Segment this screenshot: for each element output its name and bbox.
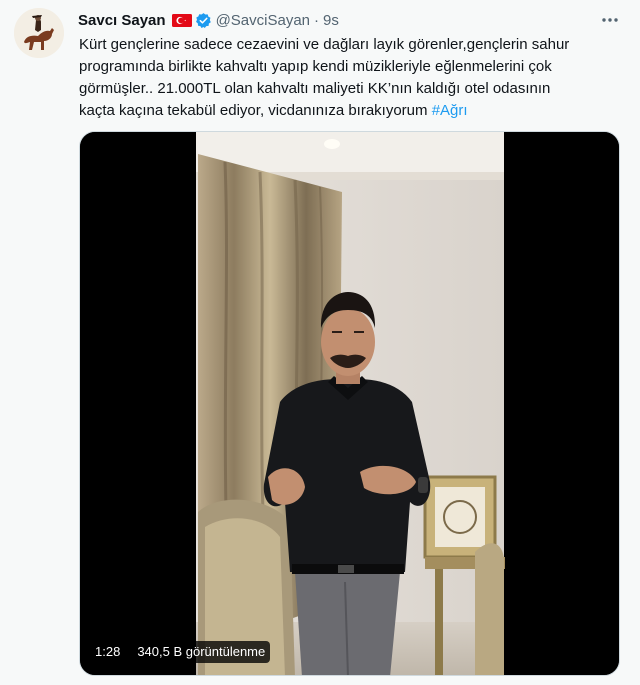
horse-rider-avatar-image: [14, 8, 64, 58]
author-handle[interactable]: @SavciSayan: [216, 12, 310, 29]
tweet-text-line: görmüşler.. 21.000TL olan kahvaltı maliy…: [79, 80, 551, 97]
tweet-timestamp[interactable]: 9s: [323, 12, 339, 29]
author-name[interactable]: Savcı Sayan: [78, 12, 166, 29]
video-player[interactable]: 1:28 340,5 B görüntülenme: [79, 131, 620, 676]
more-options-icon[interactable]: [598, 9, 622, 31]
tweet-text-line: programında birlikte kahvaltı yapıp kend…: [79, 58, 552, 75]
tweet-text-segment: kaçta kaçına tekabül ediyor, vicdanınıza…: [79, 102, 432, 119]
video-duration: 1:28: [89, 641, 127, 663]
video-info-overlay: 1:28 340,5 B görüntülenme: [89, 640, 271, 664]
tweet-card[interactable]: Savcı Sayan @SavciSayan · 9s Kürt gençle…: [0, 0, 640, 685]
separator-dot: ·: [314, 11, 320, 29]
turkey-flag-icon: [171, 13, 192, 27]
video-frame: [80, 132, 619, 675]
verified-badge-icon: [195, 12, 212, 29]
tweet-header: Savcı Sayan @SavciSayan · 9s: [78, 9, 626, 31]
author-avatar[interactable]: [14, 8, 64, 58]
tweet-text-line: Kürt gençlerine sadece cezaevini ve dağl…: [79, 36, 570, 53]
video-view-count: 340,5 B görüntülenme: [132, 641, 271, 663]
tweet-text-line: kaçta kaçına tekabül ediyor, vicdanınıza…: [79, 100, 619, 122]
hashtag-link[interactable]: #Ağrı: [432, 102, 468, 119]
tweet-text: Kürt gençlerine sadece cezaevini ve dağl…: [79, 34, 619, 122]
